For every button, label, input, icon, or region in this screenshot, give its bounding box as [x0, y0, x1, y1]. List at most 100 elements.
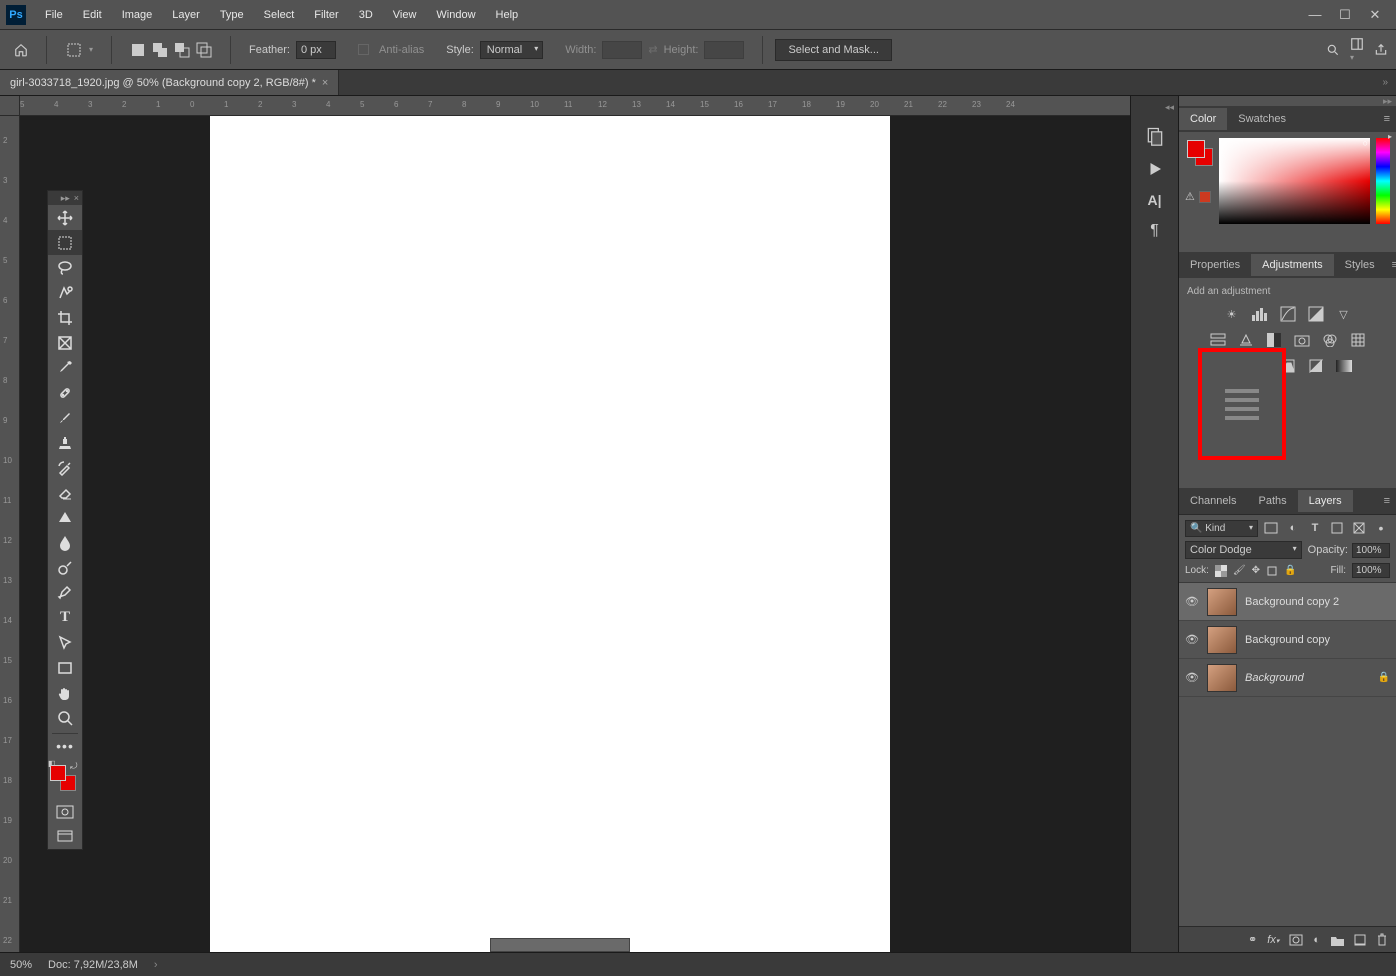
color-spectrum[interactable]: ○	[1219, 138, 1370, 224]
history-icon[interactable]	[1145, 126, 1165, 146]
blur-tool[interactable]	[48, 530, 82, 555]
type-tool[interactable]: T	[48, 605, 82, 630]
new-layer-icon[interactable]	[1354, 934, 1366, 946]
tool-preset[interactable]: ▾	[59, 41, 99, 59]
menu-window[interactable]: Window	[427, 5, 484, 25]
delete-layer-icon[interactable]	[1376, 933, 1388, 946]
swap-colors-icon[interactable]: ⤾	[70, 761, 80, 771]
menu-layer[interactable]: Layer	[163, 5, 209, 25]
edit-toolbar-icon[interactable]: •••	[48, 737, 82, 755]
maximize-button[interactable]: ☐	[1330, 3, 1360, 27]
dodge-tool[interactable]	[48, 555, 82, 580]
layer-name[interactable]: Background copy 2	[1245, 596, 1339, 608]
ruler-vertical[interactable]: 2345678910111213141516171819202122	[0, 116, 20, 952]
eyedropper-tool[interactable]	[48, 355, 82, 380]
tab-color[interactable]: Color	[1179, 108, 1227, 130]
levels-icon[interactable]	[1251, 305, 1269, 323]
tab-paths[interactable]: Paths	[1247, 490, 1297, 512]
move-tool[interactable]	[48, 205, 82, 230]
tab-layers[interactable]: Layers	[1298, 490, 1353, 512]
color-balance-icon[interactable]	[1237, 331, 1255, 349]
hue-slider[interactable]	[1376, 138, 1390, 224]
menu-edit[interactable]: Edit	[74, 5, 111, 25]
toolbox-fg-color[interactable]	[50, 765, 66, 781]
quickmask-tool[interactable]	[48, 799, 82, 824]
blend-mode-select[interactable]: Color Dodge▾	[1185, 541, 1302, 559]
workspace-icon[interactable]: ▾	[1350, 37, 1364, 63]
curves-icon[interactable]	[1279, 305, 1297, 323]
gamut-warning-icon[interactable]: ⚠	[1185, 190, 1195, 203]
feather-input[interactable]	[296, 41, 336, 59]
photo-filter-icon[interactable]	[1293, 331, 1311, 349]
layer-item[interactable]: 👁 Background copy 2	[1179, 583, 1396, 621]
new-group-icon[interactable]	[1330, 934, 1344, 946]
lasso-tool[interactable]	[48, 255, 82, 280]
gradient-map-icon[interactable]	[1335, 357, 1353, 375]
filter-pixel-icon[interactable]	[1262, 519, 1280, 537]
layer-item[interactable]: 👁 Background 🔒	[1179, 659, 1396, 697]
clone-stamp-tool[interactable]	[48, 430, 82, 455]
panels-collapse-icon[interactable]: ▸▸	[1179, 96, 1396, 106]
filter-adjust-icon[interactable]: ◐	[1284, 519, 1302, 537]
menu-filter[interactable]: Filter	[305, 5, 347, 25]
shape-tool[interactable]	[48, 655, 82, 680]
home-button[interactable]	[8, 37, 34, 63]
canvas-stage[interactable]	[20, 116, 1130, 952]
path-select-tool[interactable]	[48, 630, 82, 655]
menu-3d[interactable]: 3D	[350, 5, 382, 25]
layer-thumbnail[interactable]	[1207, 664, 1237, 692]
filter-type-icon[interactable]: T	[1306, 519, 1324, 537]
adjust-panel-menu-icon[interactable]: ≡	[1386, 259, 1396, 271]
channel-mixer-icon[interactable]	[1321, 331, 1339, 349]
filter-shape-icon[interactable]	[1328, 519, 1346, 537]
menu-file[interactable]: File	[36, 5, 72, 25]
doc-size[interactable]: Doc: 7,92M/23,8M	[48, 959, 138, 971]
healing-tool[interactable]	[48, 380, 82, 405]
gradient-tool[interactable]	[48, 505, 82, 530]
filter-smart-icon[interactable]	[1350, 519, 1368, 537]
lock-position-icon[interactable]: ✥	[1252, 565, 1260, 577]
gamut-color[interactable]	[1199, 191, 1211, 203]
layer-visibility-icon[interactable]: 👁	[1185, 671, 1199, 684]
menu-view[interactable]: View	[384, 5, 426, 25]
dock-collapse-icon[interactable]: ◂◂	[1131, 102, 1178, 112]
layer-thumbnail[interactable]	[1207, 588, 1237, 616]
add-selection-icon[interactable]	[152, 42, 168, 58]
tab-adjustments[interactable]: Adjustments	[1251, 254, 1334, 276]
layer-visibility-icon[interactable]: 👁	[1185, 595, 1199, 608]
lock-transparency-icon[interactable]	[1215, 565, 1227, 577]
tab-swatches[interactable]: Swatches	[1227, 108, 1297, 130]
toolbox-close-icon[interactable]: ×	[74, 193, 79, 203]
menu-image[interactable]: Image	[113, 5, 162, 25]
select-mask-button[interactable]: Select and Mask...	[775, 39, 892, 61]
ruler-horizontal[interactable]: 5432101234567891011121314151617181920212…	[20, 96, 1130, 116]
zoom-tool[interactable]	[48, 705, 82, 730]
history-brush-tool[interactable]	[48, 455, 82, 480]
layer-name[interactable]: Background	[1245, 672, 1304, 684]
lock-pixels-icon[interactable]: 🖌	[1233, 565, 1246, 577]
brush-tool[interactable]	[48, 405, 82, 430]
tabs-expand-icon[interactable]: »	[1374, 77, 1396, 88]
new-adjustment-icon[interactable]: ◐	[1313, 934, 1320, 946]
tab-channels[interactable]: Channels	[1179, 490, 1247, 512]
character-icon[interactable]: A|	[1147, 192, 1161, 208]
zoom-level[interactable]: 50%	[10, 959, 32, 971]
layer-thumbnail[interactable]	[1207, 626, 1237, 654]
status-arrow-icon[interactable]: ›	[154, 959, 158, 971]
menu-type[interactable]: Type	[211, 5, 253, 25]
layer-fx-icon[interactable]: fx▾	[1267, 934, 1279, 946]
fill-input[interactable]	[1352, 563, 1390, 578]
bw-icon[interactable]	[1265, 331, 1283, 349]
tab-properties[interactable]: Properties	[1179, 254, 1251, 276]
subtract-selection-icon[interactable]	[174, 42, 190, 58]
toolbox-expand-icon[interactable]: ▸▸	[61, 193, 70, 204]
actions-play-icon[interactable]	[1146, 160, 1164, 178]
menu-help[interactable]: Help	[487, 5, 528, 25]
foreground-color[interactable]	[1187, 140, 1205, 158]
layers-panel-menu-icon[interactable]: ≡	[1378, 495, 1396, 507]
color-lookup-icon[interactable]	[1349, 331, 1367, 349]
search-icon[interactable]	[1326, 43, 1340, 57]
marquee-tool[interactable]	[48, 230, 82, 255]
quick-select-tool[interactable]	[48, 280, 82, 305]
screenmode-tool[interactable]	[48, 824, 82, 849]
